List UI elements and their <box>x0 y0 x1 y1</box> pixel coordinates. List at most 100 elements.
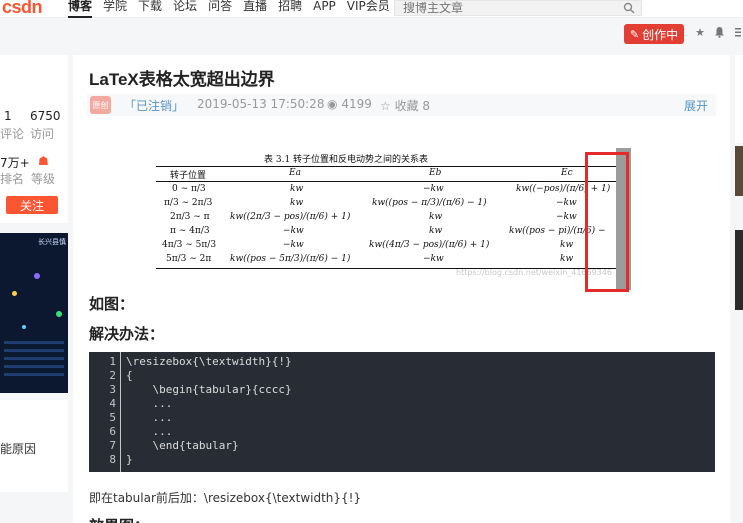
code-line: ... <box>126 397 173 410</box>
ad-row <box>4 373 64 376</box>
latex-table-image: 表 3.1 转子位置和反电动势之间的关系表 转子位置 Ea Eb Ec 0 ∼ … <box>156 146 632 292</box>
table-cell: −kw <box>423 184 444 194</box>
table-cell: π/3 ∼ 2π/3 <box>164 198 213 208</box>
nav-item-qa[interactable]: 问答 <box>208 0 232 18</box>
favorite-button[interactable]: ☆ 收藏 8 <box>380 97 430 114</box>
code-content: \resizebox{\textwidth}{!} { \begin{tabul… <box>126 355 292 467</box>
ad-row <box>4 357 64 360</box>
code-line-number: 1 <box>109 355 116 368</box>
table-cell: −kw <box>556 198 577 208</box>
table-row: 2π/3 ∼ π kw((2π/3 − pos)/(π/6) + 1) kw −… <box>156 212 632 224</box>
create-button[interactable]: ✎ 创作中 <box>624 24 684 44</box>
solution-description: 即在tabular前后加：\resizebox{\textwidth}{!} <box>89 491 362 505</box>
stat-comments-value: 1 <box>4 109 12 123</box>
ad-dot <box>22 325 26 329</box>
sidebar-related-text[interactable]: 能原因 <box>0 440 36 457</box>
right-panel-image <box>735 230 743 310</box>
ad-dot <box>56 311 62 317</box>
table-header-cell: 转子位置 <box>170 171 207 181</box>
bell-icon[interactable] <box>712 26 726 40</box>
table-cell: −kw <box>423 254 444 264</box>
heading-effect: 效果图： <box>89 515 149 523</box>
nav-item-vip[interactable]: VIP会员 <box>347 0 390 18</box>
table-cell: kw <box>429 212 443 222</box>
sidebar-related: 能原因 <box>0 400 68 492</box>
table-cell: 0 ∼ π/3 <box>172 184 206 194</box>
code-line-number: 7 <box>109 439 116 452</box>
right-panel-image <box>735 146 743 196</box>
table-row: 0 ∼ π/3 kw −kw kw((−pos)/(π/6) + 1) <box>156 184 632 196</box>
ad-row <box>4 365 64 368</box>
view-count-value: 4199 <box>341 97 372 111</box>
overflow-highlight-box <box>585 152 629 292</box>
stat-visits-label: 访问 <box>30 127 55 141</box>
table-row: π ∼ 4π/3 −kw kw kw((pos − pi)/(π/6) − <box>156 226 632 238</box>
table-cell: −kw <box>556 212 577 222</box>
ad-row <box>4 349 64 352</box>
table-top-rule <box>156 166 616 167</box>
table-cell: kw <box>429 226 443 236</box>
level-badge-icon: ☗ <box>38 154 49 168</box>
nav-item-live[interactable]: 直播 <box>243 0 267 18</box>
stat-visits-value: 6750 <box>30 109 61 123</box>
code-line: \end{tabular} <box>126 439 239 452</box>
nav-item-academy[interactable]: 学院 <box>103 0 127 18</box>
table-row: 4π/3 ∼ 5π/3 −kw kw((4π/3 − pos)/(π/6) + … <box>156 240 632 252</box>
code-line-number: 5 <box>109 411 116 424</box>
code-line: \begin{tabular}{cccc} <box>126 383 292 396</box>
menu-icon[interactable] <box>731 26 743 40</box>
heading-figure: 如图： <box>89 295 135 313</box>
nav-item-download[interactable]: 下载 <box>138 0 162 18</box>
original-badge: 原创 <box>90 96 111 114</box>
nav-item-app[interactable]: APP <box>313 0 336 18</box>
author-card: 1 6750 评论 访问 7万+ ☗ 排名 等级 关注 <box>0 55 68 223</box>
table-header-cell: Ec <box>561 168 573 178</box>
code-line: ... <box>126 425 173 438</box>
nav-item-jobs[interactable]: 招聘 <box>278 0 302 18</box>
expand-button[interactable]: 展开 <box>684 97 708 114</box>
code-line-number: 4 <box>109 397 116 410</box>
nav-item-blog[interactable]: 博客 <box>68 0 93 18</box>
star-icon[interactable]: ★ <box>693 26 707 40</box>
follow-label: 关注 <box>19 198 44 213</box>
view-count: ◉ 4199 <box>327 97 372 111</box>
ad-title: 长兴县慎 <box>38 238 66 246</box>
search-input[interactable] <box>403 1 613 15</box>
table-header-cell: Eb <box>429 168 442 178</box>
follow-button[interactable]: 关注 <box>6 196 58 214</box>
table-cell: kw <box>290 184 304 194</box>
code-line: ... <box>126 411 173 424</box>
code-line-numbers: 1 2 3 4 5 6 7 8 <box>89 355 119 467</box>
star-outline-icon: ☆ <box>380 99 391 113</box>
user-toolbar: ✎ 创作中 ★ <box>0 19 743 47</box>
table-header-cell: Ea <box>289 168 301 178</box>
table-cell: −kw <box>283 240 304 250</box>
table-cell: kw <box>290 198 304 208</box>
table-cell: 4π/3 ∼ 5π/3 <box>162 240 217 250</box>
stat-rank-value: 7万+ <box>0 156 30 170</box>
heading-solution: 解决办法： <box>89 325 165 343</box>
table-cell: kw((2π/3 − pos)/(π/6) + 1) <box>230 212 351 222</box>
stat-level-label: 等级 <box>31 172 56 186</box>
author-link[interactable]: 「已注销」 <box>124 97 184 114</box>
pen-icon: ✎ <box>629 27 640 41</box>
search-icon[interactable] <box>623 2 635 14</box>
code-line-number: 8 <box>109 453 116 466</box>
code-line-number: 2 <box>109 369 116 382</box>
create-label: 创作中 <box>642 27 679 42</box>
ad-dot <box>12 291 17 296</box>
article-card: LaTeX表格太宽超出边界 原创 「已注销」 2019-05-13 17:50:… <box>73 55 730 523</box>
table-cell: kw((pos − π/3)/(π/6) − 1) <box>372 198 487 208</box>
csdn-logo[interactable]: CSDN <box>2 0 43 18</box>
sidebar-ad-image[interactable]: 长兴县慎 <box>0 233 68 393</box>
table-header-row: 转子位置 Ea Eb Ec <box>156 168 632 181</box>
table-caption: 表 3.1 转子位置和反电动势之间的关系表 <box>264 155 429 165</box>
code-block[interactable]: 1 2 3 4 5 6 7 8 \resizebox{\textwidth}{!… <box>89 352 715 472</box>
table-cell: kw((4π/3 − pos)/(π/6) + 1) <box>369 240 490 250</box>
article-meta-bar: 原创 「已注销」 2019-05-13 17:50:28 ◉ 4199 ☆ 收藏… <box>87 94 716 116</box>
code-line: \resizebox{\textwidth}{!} <box>126 355 292 368</box>
nav-item-forum[interactable]: 论坛 <box>173 0 197 18</box>
search-box <box>394 0 642 16</box>
code-line: { <box>126 369 133 382</box>
eye-icon: ◉ <box>327 97 338 111</box>
